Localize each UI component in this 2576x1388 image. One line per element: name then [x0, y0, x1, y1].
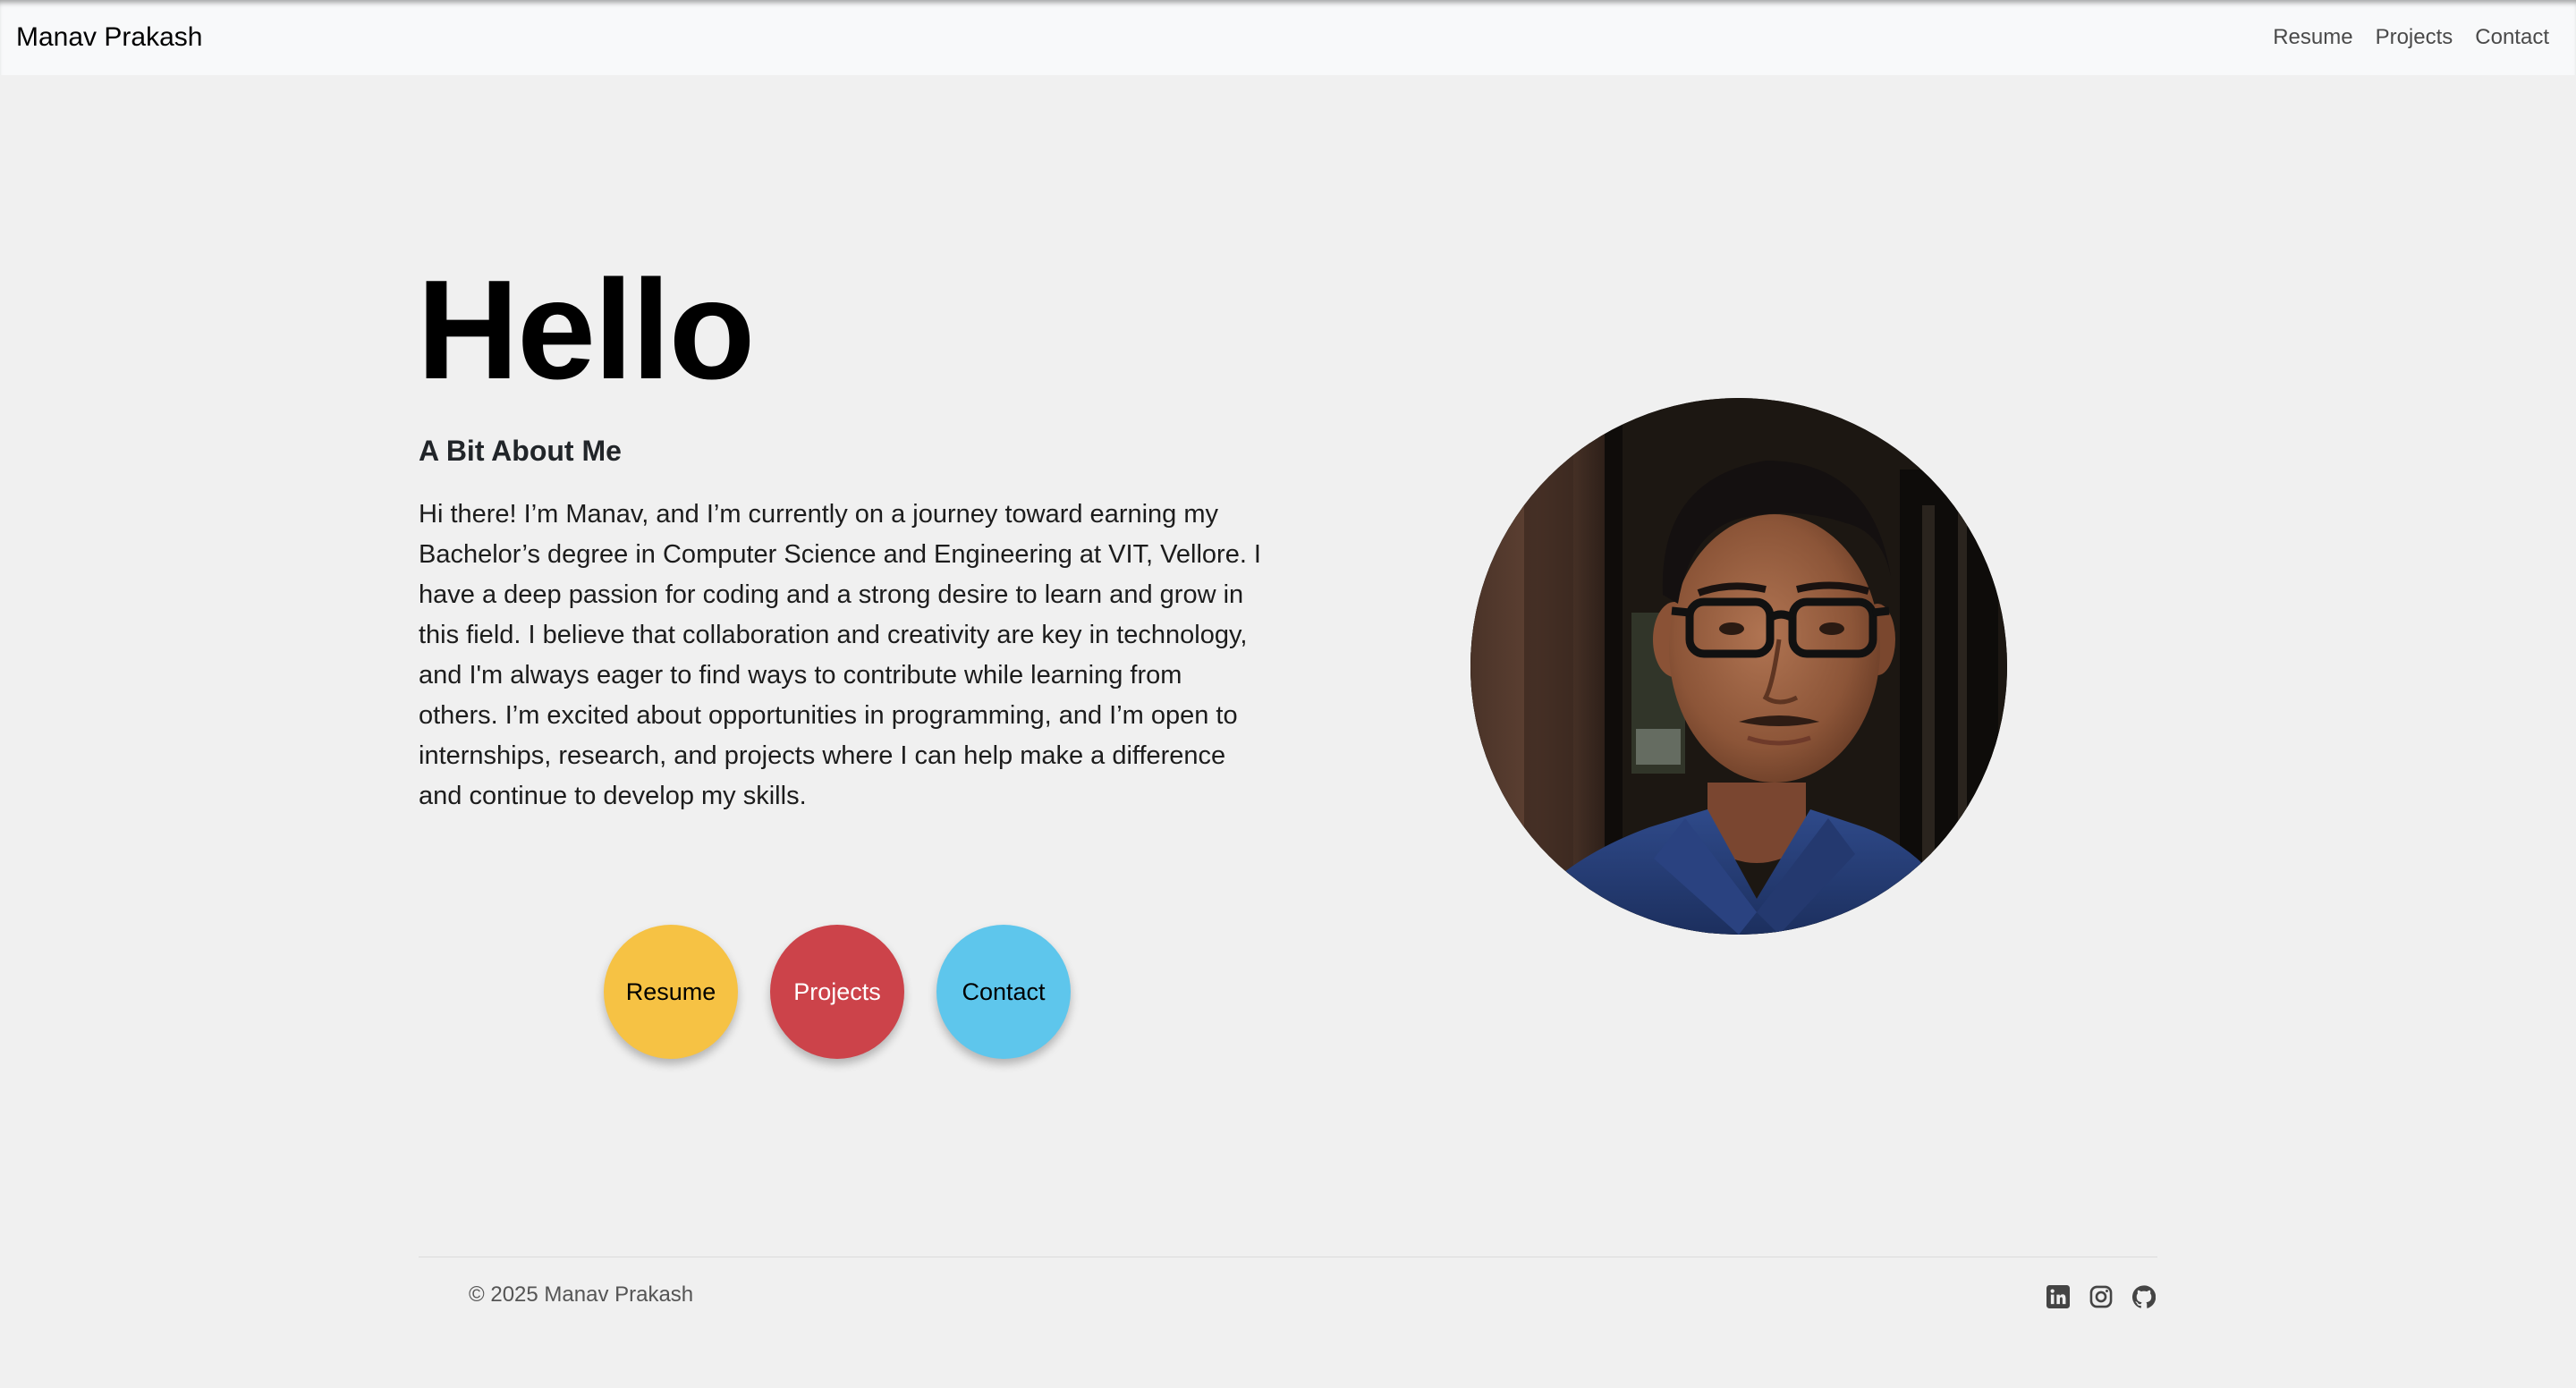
resume-button[interactable]: Resume [604, 925, 738, 1059]
about-heading: A Bit About Me [419, 435, 622, 467]
nav-link-projects[interactable]: Projects [2376, 25, 2453, 50]
about-text: Hi there! I’m Manav, and I’m currently o… [419, 500, 1261, 810]
footer-copyright: © 2025 Manav Prakash [469, 1282, 694, 1307]
social-links [2046, 1285, 2156, 1308]
profile-photo [1470, 398, 2007, 935]
nav-link-contact[interactable]: Contact [2475, 25, 2549, 50]
brand-link[interactable]: Manav Prakash [16, 22, 202, 53]
navbar: Manav Prakash Resume Projects Contact [0, 0, 2576, 75]
github-icon[interactable] [2132, 1285, 2156, 1308]
nav-link-resume[interactable]: Resume [2273, 25, 2352, 50]
linkedin-icon[interactable] [2046, 1285, 2070, 1308]
profile-photo-illustration [1470, 398, 2007, 935]
projects-button[interactable]: Projects [770, 925, 904, 1059]
nav-links: Resume Projects Contact [2273, 25, 2549, 50]
contact-button[interactable]: Contact [936, 925, 1071, 1059]
instagram-icon[interactable] [2089, 1285, 2113, 1308]
hero-title: Hello [417, 251, 755, 409]
